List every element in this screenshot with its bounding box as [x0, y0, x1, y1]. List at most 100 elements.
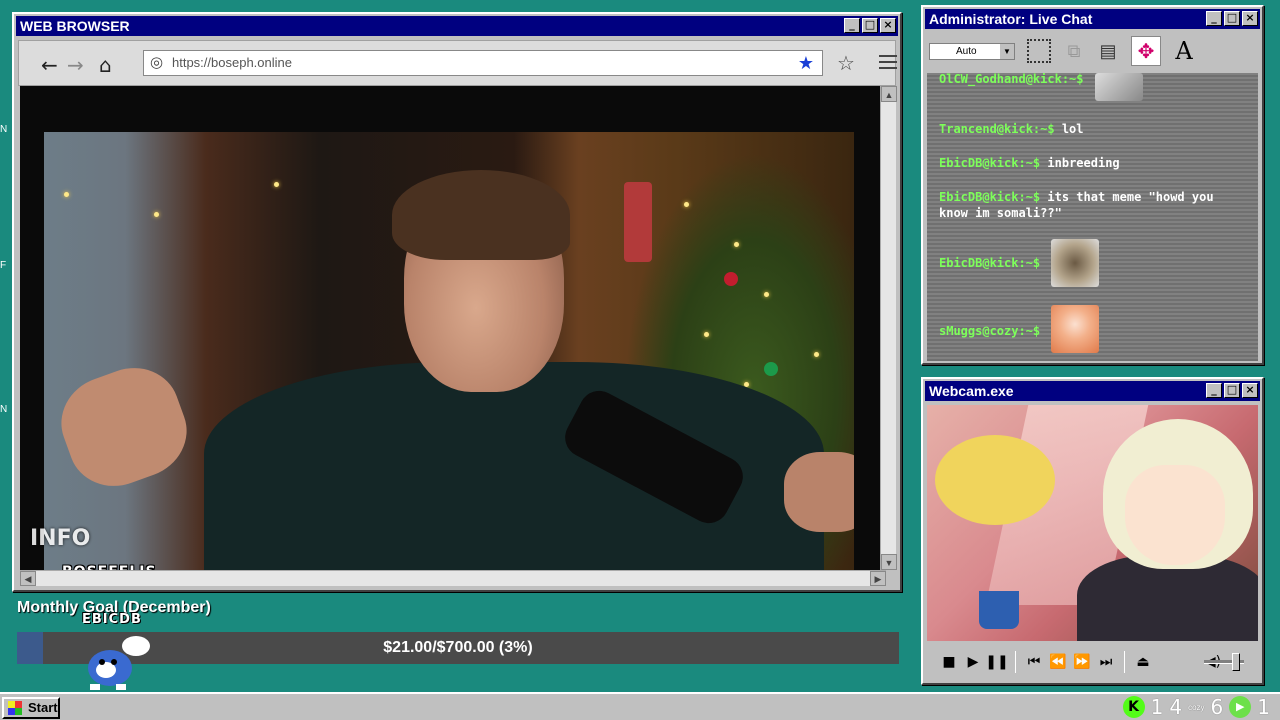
chat-emote	[1051, 305, 1099, 353]
person-hand-right	[784, 452, 854, 532]
forward-arrow-icon[interactable]: →	[67, 53, 84, 77]
chat-username: EbicDB@kick:~$	[939, 256, 1041, 270]
vertical-scrollbar[interactable]: ▲ ▼	[880, 86, 897, 570]
chat-emote	[1051, 239, 1099, 287]
browser-toolbar: ← → ⌂ ◎ https://boseph.online ★ ☆	[18, 40, 897, 86]
horizontal-scrollbar[interactable]: ◀ ▶	[20, 570, 886, 586]
browser-viewport: INFO BOSEFELIS	[20, 86, 886, 580]
minimize-button[interactable]: _	[1206, 11, 1222, 26]
play-viewer-count: 1	[1257, 695, 1270, 719]
hamburger-menu-icon[interactable]	[879, 55, 897, 73]
goal-top-donor: EBICDB	[82, 612, 142, 627]
eject-icon[interactable]: ⏏	[1131, 654, 1155, 670]
cozy-viewer-count: 6	[1210, 695, 1224, 719]
chat-title: Administrator: Live Chat	[929, 11, 1093, 27]
close-button[interactable]: ×	[1242, 11, 1258, 26]
url-bar[interactable]: ◎ https://boseph.online ★	[143, 50, 823, 76]
maximize-button[interactable]: □	[1224, 383, 1240, 398]
maximize-button[interactable]: □	[862, 18, 878, 33]
chat-username: sMuggs@cozy:~$	[939, 324, 1041, 338]
person-hair	[392, 170, 570, 260]
favorites-star-icon[interactable]: ☆	[837, 51, 855, 76]
size-select[interactable]: Auto ▼	[929, 43, 1015, 60]
chat-username: Trancend@kick:~$	[939, 122, 1055, 136]
webcam-title: Webcam.exe	[929, 383, 1014, 399]
mug	[979, 591, 1019, 629]
ornament	[724, 272, 738, 286]
rewind-icon[interactable]: ⏪	[1046, 654, 1070, 670]
stocking	[624, 182, 652, 262]
pillow	[935, 435, 1055, 525]
start-label: Start	[28, 700, 58, 715]
close-button[interactable]: ×	[880, 18, 896, 33]
chat-message: OlCW_Godhand@kick:~$	[939, 73, 1248, 87]
chat-text: inbreeding	[1047, 156, 1120, 170]
chat-message: Trancend@kick:~$ lol	[939, 121, 1248, 137]
chat-username: OlCW_Godhand@kick:~$	[939, 73, 1084, 86]
desktop-icon-fragment[interactable]: N	[0, 404, 10, 420]
chat-username: EbicDB@kick:~$	[939, 156, 1041, 170]
mascot-sprite	[88, 636, 150, 690]
scroll-right-icon[interactable]: ▶	[870, 571, 886, 586]
kick-logo-icon: K	[1122, 696, 1145, 718]
minimize-button[interactable]: _	[1206, 383, 1222, 398]
text-tool-icon[interactable]: A	[1169, 36, 1199, 66]
stop-icon[interactable]: ■	[937, 654, 961, 670]
chat-messages: OlCW_Godhand@kick:~$ Trancend@kick:~$ lo…	[927, 73, 1258, 361]
system-tray: K 1 4 cozy 6 ▶ 1	[1122, 694, 1280, 720]
infowars-logo: INFO	[30, 526, 91, 551]
chat-message: EbicDB@kick:~$ inbreeding	[939, 155, 1248, 171]
desktop-icon-fragment[interactable]: F	[0, 260, 10, 276]
skip-previous-icon[interactable]: ⏮	[1022, 654, 1046, 670]
play-logo-icon: ▶	[1229, 696, 1252, 718]
minimize-button[interactable]: _	[844, 18, 860, 33]
play-icon[interactable]: ▶	[961, 654, 985, 670]
kick-viewer-count-2: 4	[1169, 695, 1183, 719]
chat-text: lol	[1061, 122, 1084, 136]
bookmark-star-icon[interactable]: ★	[798, 51, 814, 75]
close-button[interactable]: ×	[1242, 383, 1258, 398]
webcam-feed	[927, 405, 1258, 641]
webcam-window: Webcam.exe _ □ × ■ ▶ ❚❚ ⏮ ⏪ ⏩ ⏭ ⏏ ◀)	[921, 377, 1264, 685]
kick-viewer-count: 1	[1150, 695, 1164, 719]
start-button[interactable]: Start	[2, 697, 60, 719]
scroll-left-icon[interactable]: ◀	[20, 571, 36, 586]
scroll-down-icon[interactable]: ▼	[881, 554, 897, 570]
select-rect-icon[interactable]	[1027, 39, 1051, 63]
move-icon[interactable]: ✥	[1131, 36, 1161, 66]
skip-next-icon[interactable]: ⏭	[1094, 654, 1118, 670]
browser-titlebar[interactable]: WEB BROWSER _ □ ×	[16, 16, 898, 36]
desktop-icon-fragment[interactable]: N	[0, 124, 10, 140]
maximize-button[interactable]: □	[1224, 11, 1240, 26]
chevron-down-icon[interactable]: ▼	[1000, 44, 1014, 59]
chat-window: Administrator: Live Chat _ □ × Auto ▼ ⧉ …	[921, 5, 1264, 365]
chat-emote	[1095, 73, 1143, 101]
size-select-value: Auto	[956, 46, 977, 57]
chat-username: EbicDB@kick:~$	[939, 190, 1041, 204]
chat-message: EbicDB@kick:~$ its that meme "howd you k…	[939, 189, 1248, 221]
fast-forward-icon[interactable]: ⏩	[1070, 654, 1094, 670]
volume-knob[interactable]	[1232, 653, 1240, 671]
taskbar: Start K 1 4 cozy 6 ▶ 1	[0, 692, 1280, 720]
home-icon[interactable]: ⌂	[99, 53, 112, 77]
chat-toolbar: Auto ▼ ⧉ ▤ ✥ A	[927, 31, 1258, 71]
avatar-face	[1125, 465, 1225, 565]
ornament	[764, 362, 778, 376]
browser-window: WEB BROWSER _ □ × ← → ⌂ ◎ https://boseph…	[12, 12, 902, 592]
windows-logo-icon	[8, 701, 22, 715]
url-text: https://boseph.online	[172, 55, 292, 70]
paste-icon[interactable]: ▤	[1093, 36, 1123, 66]
globe-icon: ◎	[150, 54, 164, 71]
browser-title: WEB BROWSER	[20, 18, 130, 34]
copy-icon[interactable]: ⧉	[1059, 36, 1089, 66]
divider	[1124, 651, 1125, 673]
scroll-up-icon[interactable]: ▲	[881, 86, 897, 102]
back-arrow-icon[interactable]: ←	[41, 53, 58, 77]
cozy-logo: cozy	[1188, 702, 1205, 712]
divider	[1015, 651, 1016, 673]
pause-icon[interactable]: ❚❚	[985, 654, 1009, 670]
media-controls: ■ ▶ ❚❚ ⏮ ⏪ ⏩ ⏭ ⏏ ◀)	[927, 643, 1258, 681]
chat-titlebar[interactable]: Administrator: Live Chat _ □ ×	[925, 9, 1260, 29]
stream-video[interactable]	[44, 132, 854, 570]
webcam-titlebar[interactable]: Webcam.exe _ □ ×	[925, 381, 1260, 401]
